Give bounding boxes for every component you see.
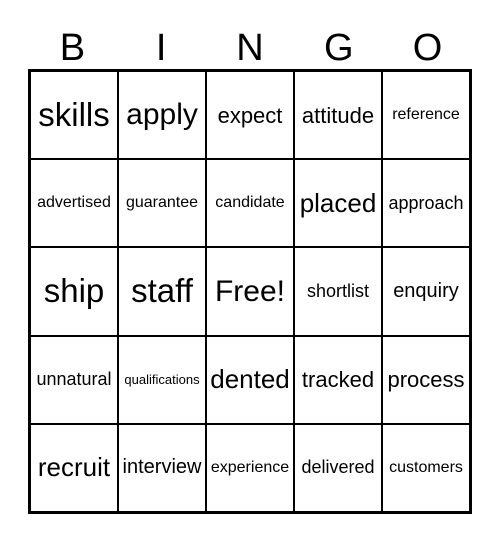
bingo-cell-i2[interactable]: guarantee [119, 160, 207, 247]
bingo-cell-label: approach [388, 192, 464, 213]
bingo-cell-label: placed [299, 187, 377, 218]
bingo-cell-o4[interactable]: process [383, 336, 469, 423]
bingo-cell-label: unnatural [36, 369, 112, 390]
bingo-cell-o5[interactable]: customers [383, 424, 469, 512]
bingo-cell-label: customers [389, 458, 463, 476]
bingo-cell-label: recruit [37, 452, 111, 483]
bingo-cell-label: advertised [37, 193, 111, 211]
bingo-cell-free[interactable]: Free! [207, 248, 295, 335]
bingo-cell-g2[interactable]: placed [295, 160, 383, 247]
bingo-cell-n5[interactable]: experience [207, 424, 295, 512]
bingo-card: B I N G O skills apply expect attitude r… [0, 0, 501, 544]
bingo-cell-label: shortlist [306, 281, 369, 302]
bingo-cell-g3[interactable]: shortlist [295, 248, 383, 335]
bingo-cell-label: enquiry [393, 280, 459, 302]
bingo-cell-b4[interactable]: unnatural [31, 336, 119, 423]
header-letter-o: O [412, 27, 443, 69]
bingo-cell-i5[interactable]: interview [119, 424, 207, 512]
bingo-cell-label: guarantee [125, 193, 199, 211]
header-letter-i: I [155, 27, 167, 69]
bingo-header: B I N G O [28, 22, 472, 68]
bingo-cell-label: Free! [214, 274, 286, 308]
bingo-cell-b5[interactable]: recruit [31, 424, 119, 512]
bingo-cell-label: staff [131, 272, 193, 310]
bingo-cell-n2[interactable]: candidate [207, 160, 295, 247]
bingo-cell-label: qualifications [124, 371, 200, 387]
bingo-row: advertised guarantee candidate placed ap… [31, 160, 469, 249]
bingo-cell-g4[interactable]: tracked [295, 336, 383, 423]
bingo-row: skills apply expect attitude reference [31, 72, 469, 161]
bingo-cell-label: experience [210, 458, 290, 476]
bingo-cell-o2[interactable]: approach [383, 160, 469, 247]
bingo-cell-n4[interactable]: dented [207, 336, 295, 423]
bingo-grid: skills apply expect attitude reference a… [28, 69, 472, 514]
bingo-cell-label: dented [210, 364, 290, 395]
bingo-cell-o1[interactable]: reference [383, 72, 469, 159]
bingo-cell-label: process [387, 367, 465, 393]
bingo-cell-label: tracked [301, 367, 375, 393]
bingo-cell-label: attitude [301, 102, 375, 128]
bingo-cell-i3[interactable]: staff [119, 248, 207, 335]
bingo-cell-g5[interactable]: delivered [295, 424, 383, 512]
bingo-cell-label: skills [38, 95, 110, 133]
bingo-cell-i4[interactable]: qualifications [119, 336, 207, 423]
bingo-cell-g1[interactable]: attitude [295, 72, 383, 159]
bingo-cell-b3[interactable]: ship [31, 248, 119, 335]
bingo-cell-label: delivered [301, 457, 375, 478]
header-letter-b: B [59, 27, 86, 69]
bingo-row: recruit interview experience delivered c… [31, 424, 469, 512]
bingo-cell-label: ship [43, 272, 105, 310]
bingo-cell-label: interview [122, 456, 202, 479]
bingo-cell-label: expect [217, 102, 283, 128]
bingo-cell-label: candidate [215, 193, 285, 211]
header-letter-n: N [236, 27, 264, 69]
bingo-row: unnatural qualifications dented tracked … [31, 336, 469, 425]
bingo-cell-n1[interactable]: expect [207, 72, 295, 159]
header-letter-g: G [324, 27, 354, 69]
bingo-cell-b1[interactable]: skills [31, 72, 119, 159]
bingo-cell-label: reference [392, 105, 460, 123]
bingo-cell-label: apply [126, 98, 198, 132]
bingo-cell-b2[interactable]: advertised [31, 160, 119, 247]
bingo-row: ship staff Free! shortlist enquiry [31, 248, 469, 337]
bingo-cell-o3[interactable]: enquiry [383, 248, 469, 335]
bingo-cell-i1[interactable]: apply [119, 72, 207, 159]
